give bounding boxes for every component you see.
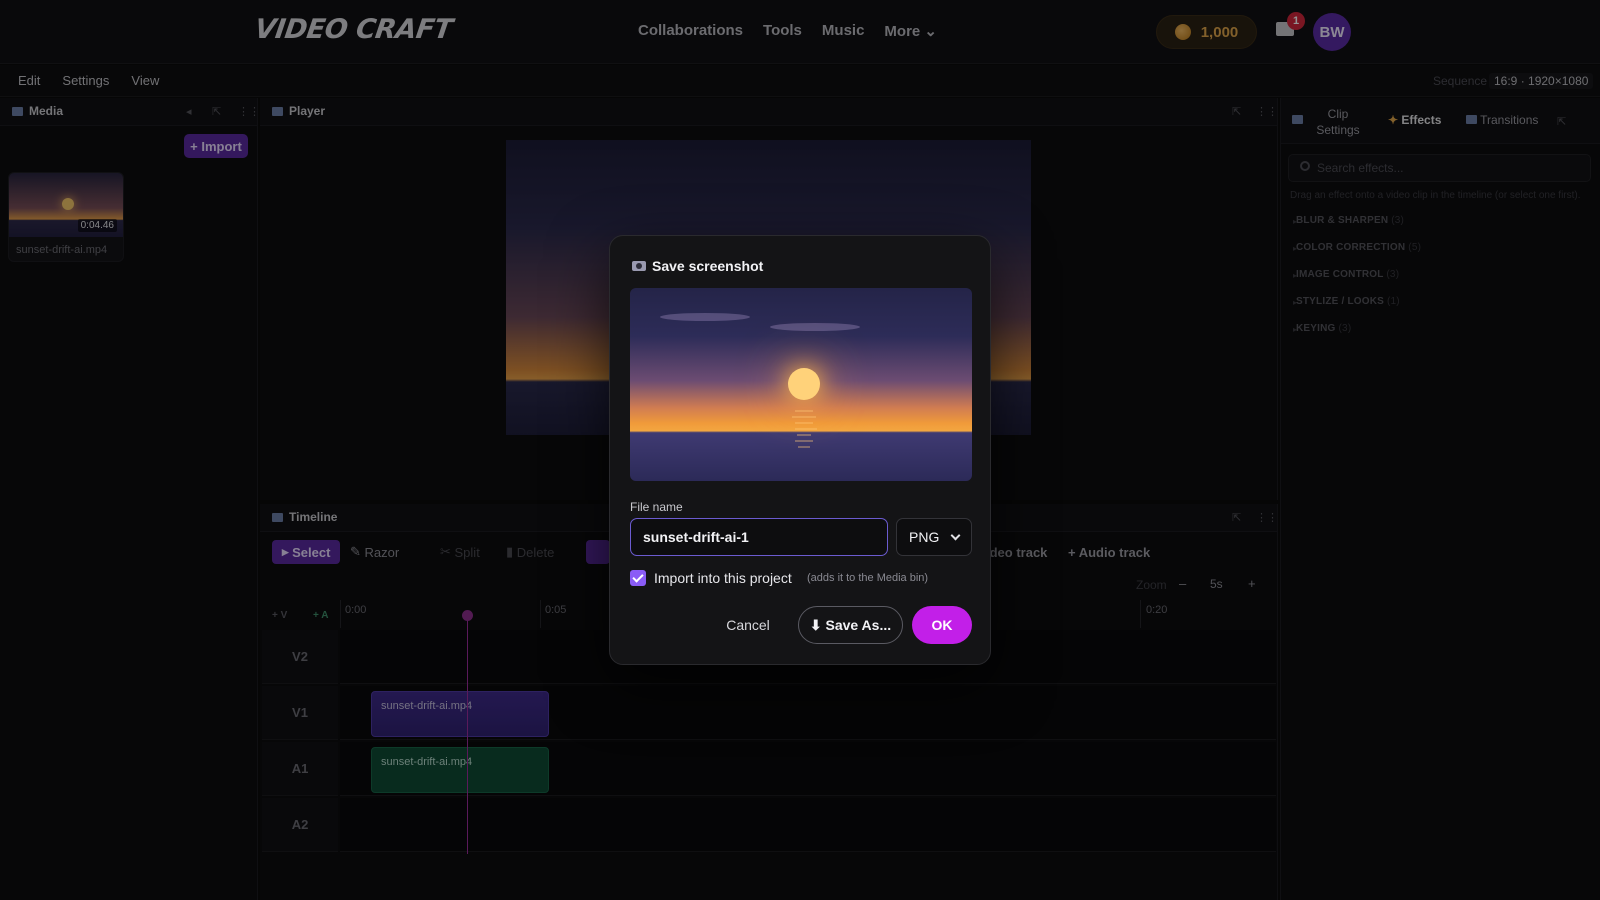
import-checkbox[interactable] (630, 570, 646, 586)
chevron-down-icon (950, 530, 961, 540)
sun (788, 368, 820, 400)
file-name-input[interactable] (630, 518, 888, 556)
import-hint: (adds it to the Media bin) (807, 572, 929, 584)
save-as-button[interactable]: ⬇ Save As... (798, 606, 903, 644)
screenshot-preview (630, 288, 972, 481)
format-select[interactable]: PNG (896, 518, 972, 556)
file-name-label: File name (630, 500, 683, 514)
format-value: PNG (909, 529, 940, 545)
import-checkbox-label[interactable]: Import into this project (654, 570, 792, 586)
save-screenshot-dialog: Save screenshot File name PNG Import int… (609, 235, 991, 665)
ok-button[interactable]: OK (912, 606, 972, 644)
dialog-title: Save screenshot (632, 258, 763, 274)
camera-icon (632, 261, 646, 271)
cancel-button[interactable]: Cancel (714, 606, 782, 644)
